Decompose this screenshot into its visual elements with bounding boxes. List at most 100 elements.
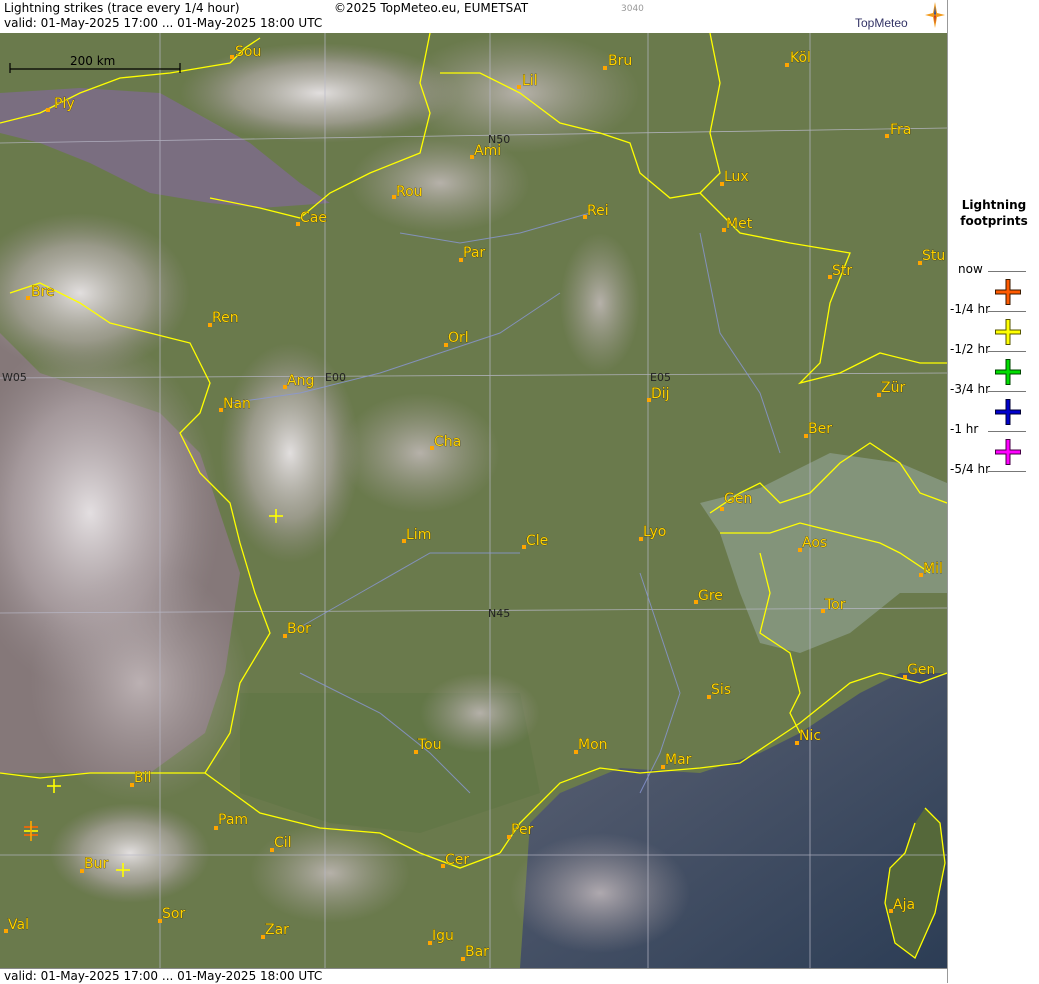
legend-divider (988, 471, 1026, 472)
city-lyo[interactable]: Lyo (639, 524, 667, 541)
svg-text:Sou: Sou (235, 44, 261, 60)
city-bil[interactable]: Bil (130, 770, 152, 787)
city-ang[interactable]: Ang (283, 373, 315, 389)
city-rei[interactable]: Rei (583, 203, 609, 219)
city-aja[interactable]: Aja (889, 897, 915, 913)
header-bar: Lightning strikes (trace every 1/4 hour)… (0, 0, 947, 34)
svg-text:Cil: Cil (274, 835, 292, 851)
legend-divider (988, 351, 1026, 352)
city-tor[interactable]: Tor (821, 597, 846, 613)
city-val[interactable]: Val (4, 917, 29, 933)
city-gre[interactable]: Gre (694, 588, 723, 604)
satellite-map[interactable]: 200 km N50 N45 W05 E00 E05 Sou Bru Köl L… (0, 33, 947, 968)
city-nic[interactable]: Nic (795, 728, 821, 745)
topmeteo-logo[interactable]: TopMeteo (855, 2, 945, 32)
svg-text:Ang: Ang (287, 373, 314, 389)
city-bor[interactable]: Bor (283, 621, 311, 638)
city-nan[interactable]: Nan (219, 396, 251, 412)
city-lim[interactable]: Lim (402, 527, 432, 543)
legend-label-half: -1/2 hr (950, 342, 990, 356)
city-ber[interactable]: Ber (804, 421, 833, 438)
city-rou[interactable]: Rou (392, 184, 423, 200)
svg-text:Stu: Stu (922, 248, 945, 264)
svg-text:Bru: Bru (608, 53, 632, 69)
svg-text:Orl: Orl (448, 330, 469, 346)
city-ami[interactable]: Ami (470, 143, 501, 159)
svg-text:Ren: Ren (212, 310, 239, 326)
city-pam[interactable]: Pam (214, 812, 248, 830)
logo-text: TopMeteo (855, 16, 908, 30)
city-sis[interactable]: Sis (707, 682, 731, 699)
legend-title-line1: Lightning (961, 198, 1027, 212)
svg-text:Mil: Mil (923, 561, 943, 577)
legend-title-line2: footprints (960, 214, 1028, 228)
city-met[interactable]: Met (722, 216, 753, 232)
valid-time-top: valid: 01-May-2025 17:00 ... 01-May-2025… (4, 16, 323, 30)
city-stu[interactable]: Stu (918, 248, 946, 265)
city-ren[interactable]: Ren (208, 310, 239, 327)
svg-text:Cer: Cer (445, 852, 469, 868)
grid-label-e05: E05 (650, 371, 671, 384)
city-bru[interactable]: Bru (603, 53, 633, 70)
svg-text:Cle: Cle (526, 533, 548, 549)
city-cha[interactable]: Cha (430, 434, 462, 450)
legend-label-hour: -1 hr (950, 422, 979, 436)
image-code: 3040 (621, 4, 644, 14)
svg-text:Bil: Bil (134, 770, 151, 786)
city-cle[interactable]: Cle (522, 533, 549, 549)
city-bur[interactable]: Bur (80, 856, 109, 873)
legend-label-five-quarter: -5/4 hr (950, 462, 990, 476)
city-orl[interactable]: Orl (444, 330, 469, 347)
city-mon[interactable]: Mon (574, 737, 608, 754)
legend-cross-green (995, 359, 1021, 385)
svg-text:Bur: Bur (84, 856, 108, 872)
city-zar[interactable]: Zar (261, 922, 289, 939)
legend-divider (988, 391, 1026, 392)
grid-label-e00: E00 (325, 371, 346, 384)
copyright-text: ©2025 TopMeteo.eu, EUMETSAT (334, 1, 529, 15)
svg-text:Met: Met (726, 216, 753, 232)
svg-text:Lil: Lil (522, 73, 538, 89)
legend-label-now: now (958, 262, 983, 276)
svg-text:Sor: Sor (162, 906, 185, 922)
svg-text:Igu: Igu (432, 928, 454, 944)
city-par[interactable]: Par (459, 245, 486, 262)
city-bre[interactable]: Bre (26, 284, 55, 300)
city-gen-it[interactable]: Gen (903, 662, 936, 679)
city-mar[interactable]: Mar (661, 752, 692, 769)
legend-divider (988, 311, 1026, 312)
city-dij[interactable]: Dij (647, 386, 670, 402)
scale-label: 200 km (70, 54, 115, 68)
city-cae[interactable]: Cae (296, 210, 327, 226)
footer-bar: valid: 01-May-2025 17:00 ... 01-May-2025… (0, 968, 947, 984)
city-zur[interactable]: Zür (877, 380, 906, 397)
city-mil[interactable]: Mil (919, 561, 943, 577)
svg-text:Aja: Aja (893, 897, 915, 913)
city-aos[interactable]: Aos (798, 535, 828, 552)
grid-label-w05: W05 (2, 371, 27, 384)
city-str[interactable]: Str (828, 263, 853, 279)
city-tou[interactable]: Tou (414, 737, 442, 754)
legend-divider (988, 271, 1026, 272)
svg-text:Pam: Pam (218, 812, 248, 828)
svg-text:Gre: Gre (698, 588, 723, 604)
city-igu[interactable]: Igu (428, 928, 454, 945)
city-per[interactable]: Per (507, 822, 534, 839)
svg-text:Bor: Bor (287, 621, 311, 637)
svg-text:Ber: Ber (808, 421, 832, 437)
svg-text:Bre: Bre (31, 284, 55, 300)
city-sou[interactable]: Sou (230, 44, 262, 60)
svg-text:Lux: Lux (724, 169, 749, 185)
svg-text:Tor: Tor (824, 597, 846, 613)
svg-text:Zür: Zür (881, 380, 905, 396)
city-cer[interactable]: Cer (441, 852, 470, 868)
city-cil[interactable]: Cil (270, 835, 292, 852)
city-bar[interactable]: Bar (461, 944, 489, 961)
svg-text:Mar: Mar (665, 752, 692, 768)
city-lux[interactable]: Lux (720, 169, 749, 186)
legend-cross-orange (995, 279, 1021, 305)
svg-text:Zar: Zar (265, 922, 289, 938)
legend-panel: Lightning footprints now -1/4 hr -1/2 hr… (947, 0, 1039, 983)
svg-text:Rei: Rei (587, 203, 609, 219)
city-sor[interactable]: Sor (158, 906, 186, 923)
